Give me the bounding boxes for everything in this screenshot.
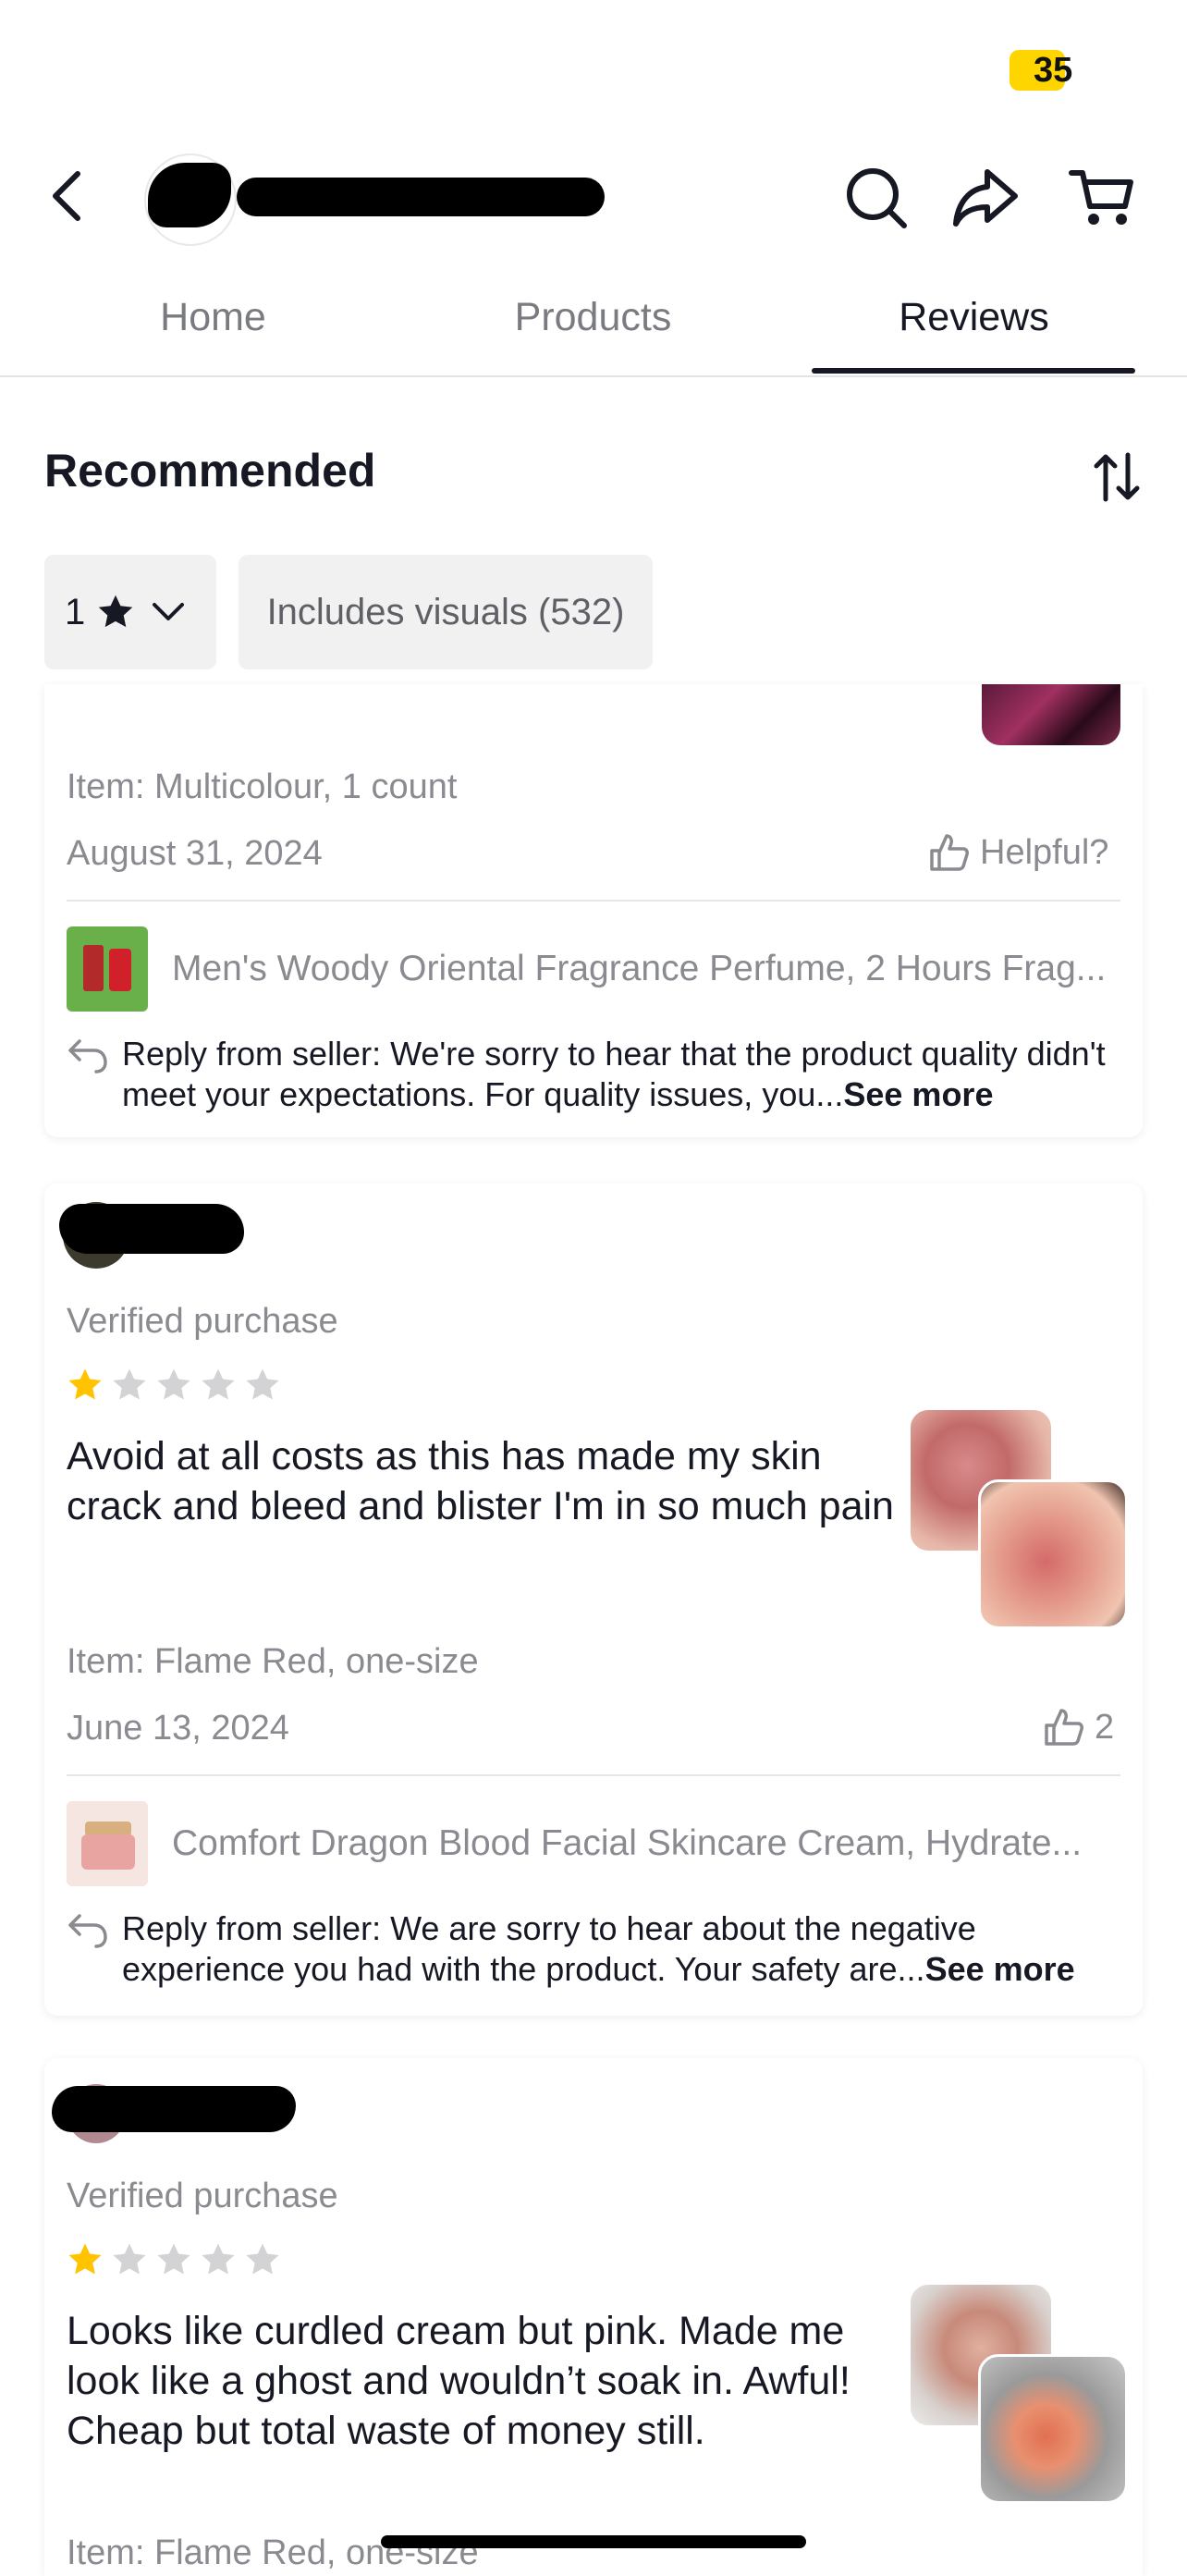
review-date: June 13, 2024 <box>67 1709 289 1748</box>
share-icon[interactable] <box>948 161 1022 235</box>
helpful-button[interactable]: 2 <box>1043 1707 1114 1748</box>
thumbs-up-icon <box>1043 1707 1085 1748</box>
divider <box>67 900 1120 902</box>
star-empty-icon <box>202 1368 235 1400</box>
redacted-reviewer-name <box>59 1204 244 1254</box>
tab-reviews[interactable]: Reviews <box>784 259 1164 375</box>
star-empty-icon <box>113 1368 146 1400</box>
star-icon <box>96 594 135 631</box>
review-photo[interactable] <box>978 2354 1128 2504</box>
reply-arrow-icon <box>67 1912 109 1949</box>
seller-reply: Reply from seller: We're sorry to hear t… <box>67 1034 1120 1122</box>
status-badge: 35 <box>1010 50 1072 91</box>
rating-filter-value: 1 <box>65 591 86 632</box>
star-filled-icon <box>68 1368 102 1400</box>
star-rating <box>67 2241 281 2278</box>
star-empty-icon <box>113 2243 146 2275</box>
product-thumbnail <box>67 926 148 1012</box>
review-photo[interactable] <box>978 1479 1128 1629</box>
sort-arrows-icon[interactable] <box>1087 448 1146 507</box>
see-more-link[interactable]: See more <box>925 1950 1075 1988</box>
helpful-button[interactable]: Helpful? <box>928 832 1108 873</box>
review-item-variant: Item: Flame Red, one-size <box>67 1642 479 1681</box>
reply-arrow-icon <box>67 1037 109 1074</box>
redacted-shop-name <box>237 178 605 216</box>
star-empty-icon <box>246 2243 279 2275</box>
section-title: Recommended <box>44 445 376 497</box>
search-icon[interactable] <box>839 161 913 235</box>
cart-icon[interactable] <box>1065 161 1139 235</box>
includes-visuals-filter[interactable]: Includes visuals (532) <box>239 555 653 669</box>
review-date: August 31, 2024 <box>67 834 323 873</box>
product-name: Comfort Dragon Blood Facial Skincare Cre… <box>172 1823 1083 1863</box>
star-filled-icon <box>68 2243 102 2275</box>
star-empty-icon <box>202 2243 235 2275</box>
redacted-reviewer-name <box>52 2086 296 2132</box>
redacted-shop-avatar <box>148 163 231 227</box>
back-chevron-icon[interactable] <box>37 166 96 226</box>
tab-bar: Home Products Reviews <box>0 259 1187 377</box>
rating-filter-dropdown[interactable]: 1 <box>44 555 216 669</box>
reviewed-product-link[interactable]: Men's Woody Oriental Fragrance Perfume, … <box>67 925 1120 1013</box>
see-more-link[interactable]: See more <box>843 1075 993 1113</box>
review-text: Avoid at all costs as this has made my s… <box>67 1434 894 1528</box>
reviewed-product-link[interactable]: Comfort Dragon Blood Facial Skincare Cre… <box>67 1799 1120 1888</box>
review-text: Looks like curdled cream but pink. Made … <box>67 2309 850 2453</box>
helpful-label: Helpful? <box>980 832 1109 872</box>
product-thumbnail <box>67 1801 148 1886</box>
divider <box>67 1774 1120 1776</box>
star-empty-icon <box>157 2243 190 2275</box>
verified-purchase-label: Verified purchase <box>67 1302 338 1341</box>
active-tab-indicator <box>812 368 1135 374</box>
tab-products[interactable]: Products <box>403 259 783 375</box>
review-photo[interactable] <box>982 684 1120 745</box>
product-name: Men's Woody Oriental Fragrance Perfume, … <box>172 949 1107 988</box>
status-badge-count: 35 <box>1034 51 1073 90</box>
home-indicator <box>381 2535 806 2548</box>
star-empty-icon <box>246 1368 279 1400</box>
verified-purchase-label: Verified purchase <box>67 2177 338 2215</box>
seller-reply-text: Reply from seller: We are sorry to hear … <box>122 1909 976 1988</box>
star-empty-icon <box>157 1368 190 1400</box>
review-item-variant: Item: Multicolour, 1 count <box>67 767 458 806</box>
helpful-count: 2 <box>1095 1707 1115 1747</box>
thumbs-up-icon <box>928 832 971 873</box>
seller-reply: Reply from seller: We are sorry to hear … <box>67 1908 1120 1997</box>
chevron-down-icon <box>152 602 185 622</box>
tab-home[interactable]: Home <box>23 259 403 375</box>
star-rating <box>67 1367 281 1404</box>
